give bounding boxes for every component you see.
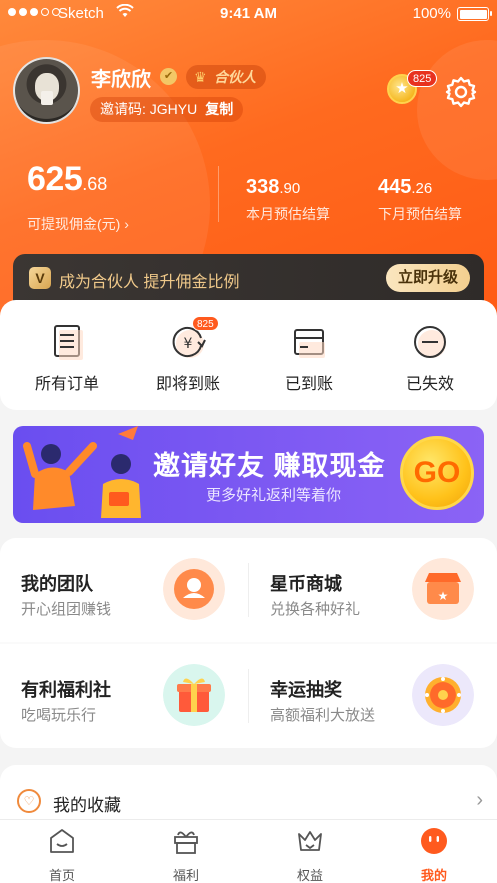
- team-icon: [163, 558, 225, 620]
- heart-icon: ♡: [17, 789, 41, 813]
- invite-code-text: 邀请码: JGHYU: [100, 101, 198, 117]
- order-pending[interactable]: ¥ 825 即将到账: [133, 316, 243, 394]
- favorites-row[interactable]: ♡ 我的收藏 ›: [0, 765, 497, 819]
- battery-percent: 100%: [412, 5, 451, 22]
- people-illustration-icon: [23, 426, 141, 518]
- pending-count-badge: 825: [192, 316, 219, 331]
- order-label: 所有订单: [34, 376, 99, 393]
- order-all[interactable]: 所有订单: [12, 322, 122, 394]
- home-icon: [50, 829, 74, 853]
- withdrawable-label: 可提现佣金(元) ›: [27, 216, 129, 232]
- go-button[interactable]: GO: [400, 436, 474, 510]
- svg-text:★: ★: [438, 589, 449, 603]
- earnings-summary: 625.68 可提现佣金(元) › 338.90 本月预估结算 445.26 下…: [0, 150, 497, 232]
- tab-home[interactable]: 首页: [0, 826, 124, 883]
- chevron-right-icon: ›: [476, 789, 483, 811]
- verified-icon: ✔: [160, 68, 177, 85]
- order-label: 已到账: [284, 376, 333, 393]
- withdrawable-amount[interactable]: 625.68 可提现佣金(元) ›: [27, 160, 129, 232]
- tab-mine[interactable]: 我的: [372, 826, 496, 883]
- gear-icon[interactable]: [444, 75, 478, 109]
- service-title: 有利福利社: [21, 680, 111, 700]
- gift-box-icon: [174, 831, 198, 854]
- battery-icon: [457, 7, 492, 21]
- this-month-label: 本月预估结算: [246, 206, 330, 222]
- next-month-amount: 445.26 下月预估结算: [378, 176, 462, 222]
- tab-label: 首页: [48, 868, 75, 883]
- order-expired[interactable]: 已失效: [375, 322, 485, 394]
- services-card: 我的团队 开心组团赚钱 星币商城 兑换各种好礼 ★ 有利福利社 吃喝玩乐行 幸运…: [0, 538, 497, 748]
- this-month-amount: 338.90 本月预估结算: [246, 176, 330, 222]
- service-my-team[interactable]: 我的团队 开心组团赚钱: [0, 538, 248, 642]
- invite-banner[interactable]: 邀请好友 赚取现金 更多好礼返利等着你 GO: [13, 426, 484, 523]
- service-subtitle: 吃喝玩乐行: [21, 707, 97, 724]
- tab-label: 权益: [296, 868, 323, 883]
- lottery-wheel-icon: [412, 664, 474, 726]
- favorites-label: 我的收藏: [53, 796, 121, 815]
- divider: [218, 166, 219, 222]
- service-star-mall[interactable]: 星币商城 兑换各种好礼 ★: [249, 538, 497, 642]
- document-icon: [47, 322, 87, 362]
- service-lucky-draw[interactable]: 幸运抽奖 高额福利大放送: [249, 644, 497, 748]
- yen-clock-icon: ¥ 825: [168, 316, 219, 362]
- card-icon: [289, 322, 329, 362]
- tab-rights[interactable]: 权益: [248, 826, 372, 883]
- minus-circle-icon: [410, 322, 450, 362]
- svg-text:¥: ¥: [184, 336, 193, 352]
- banner-subtitle: 更多好礼返利等着你: [206, 487, 342, 504]
- upgrade-button[interactable]: 立即升级: [385, 264, 470, 292]
- order-label: 已失效: [405, 376, 454, 393]
- service-title: 我的团队: [21, 574, 93, 594]
- coin-count-badge: 825: [407, 70, 438, 87]
- vip-icon: V: [29, 267, 51, 289]
- profile-header: Sketch 9:41 AM 100% 李欣欣 ✔ ♛ 合伙人 邀请码: JGHY…: [0, 0, 497, 330]
- next-month-label: 下月预估结算: [378, 206, 462, 222]
- username: 李欣欣: [91, 69, 151, 91]
- tab-label: 我的: [420, 868, 447, 883]
- tab-welfare[interactable]: 福利: [124, 826, 248, 883]
- tab-label: 福利: [172, 868, 199, 883]
- orders-card: 所有订单 ¥ 825 即将到账 已到账 已失效: [0, 300, 497, 410]
- profile-face-icon: [421, 828, 447, 854]
- crown-icon: [298, 831, 322, 851]
- crown-icon: ♛: [194, 69, 207, 85]
- service-title: 幸运抽奖: [270, 680, 342, 700]
- vip-text: 成为合伙人 提升佣金比例: [59, 274, 240, 291]
- copy-button[interactable]: 复制: [205, 101, 233, 117]
- service-welfare[interactable]: 有利福利社 吃喝玩乐行: [0, 644, 248, 748]
- order-received[interactable]: 已到账: [254, 322, 364, 394]
- service-subtitle: 兑换各种好礼: [270, 601, 361, 618]
- service-title: 星币商城: [270, 574, 342, 594]
- partner-badge: ♛ 合伙人: [186, 65, 266, 89]
- banner-title: 邀请好友 赚取现金: [153, 451, 386, 481]
- status-bar: Sketch 9:41 AM 100%: [0, 0, 497, 28]
- avatar[interactable]: [13, 57, 80, 124]
- store-icon: ★: [412, 558, 474, 620]
- service-subtitle: 开心组团赚钱: [21, 601, 112, 618]
- gift-icon: [163, 664, 225, 726]
- tab-bar: 首页 福利 权益 我的: [0, 819, 497, 883]
- vip-upgrade-bar: V 成为合伙人 提升佣金比例 立即升级: [13, 254, 484, 304]
- invite-code: 邀请码: JGHYU 复制: [90, 97, 244, 122]
- service-subtitle: 高额福利大放送: [270, 707, 376, 724]
- order-label: 即将到账: [155, 376, 220, 393]
